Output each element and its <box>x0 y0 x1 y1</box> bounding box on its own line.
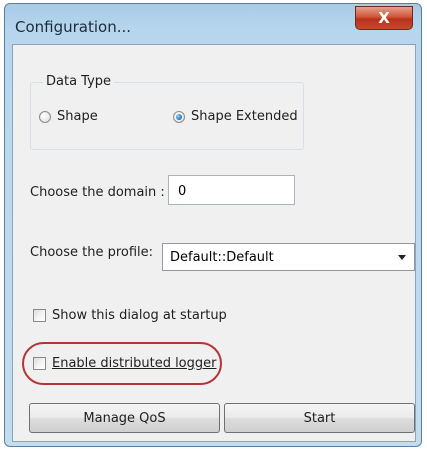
dialog-body: Data Type Shape Shape Extended Choose th… <box>12 44 416 442</box>
configuration-dialog: Configuration... X Data Type Shape Shape… <box>4 3 422 447</box>
radio-shape-extended-label: Shape Extended <box>191 109 298 124</box>
close-icon: X <box>378 8 390 27</box>
domain-label: Choose the domain : <box>30 185 165 200</box>
show-dialog-checkbox[interactable] <box>33 309 46 322</box>
profile-select[interactable]: Default::Default <box>162 243 415 271</box>
profile-selected-value: Default::Default <box>170 249 274 265</box>
distributed-logger-label: Enable distributed logger <box>52 356 217 371</box>
title-bar[interactable]: Configuration... X <box>5 4 421 44</box>
distributed-logger-checkbox[interactable] <box>33 357 46 370</box>
show-dialog-option[interactable]: Show this dialog at startup <box>33 308 227 323</box>
start-button[interactable]: Start <box>224 403 415 433</box>
domain-input[interactable]: 0 <box>168 175 295 205</box>
show-dialog-label: Show this dialog at startup <box>52 308 227 323</box>
distributed-logger-option[interactable]: Enable distributed logger <box>33 356 217 371</box>
radio-shape-extended[interactable]: Shape Extended <box>173 109 298 124</box>
radio-shape[interactable]: Shape <box>39 109 98 124</box>
data-type-group: Data Type Shape Shape Extended <box>30 74 304 150</box>
data-type-label: Data Type <box>43 74 115 89</box>
radio-shape-label: Shape <box>57 109 98 124</box>
close-button[interactable]: X <box>355 6 413 30</box>
chevron-down-icon[interactable] <box>398 254 406 260</box>
radio-shape-extended-circle[interactable] <box>173 110 185 123</box>
window-title: Configuration... <box>15 18 132 36</box>
manage-qos-button[interactable]: Manage QoS <box>29 403 220 433</box>
profile-label: Choose the profile: <box>30 245 154 260</box>
radio-shape-circle[interactable] <box>39 110 51 123</box>
